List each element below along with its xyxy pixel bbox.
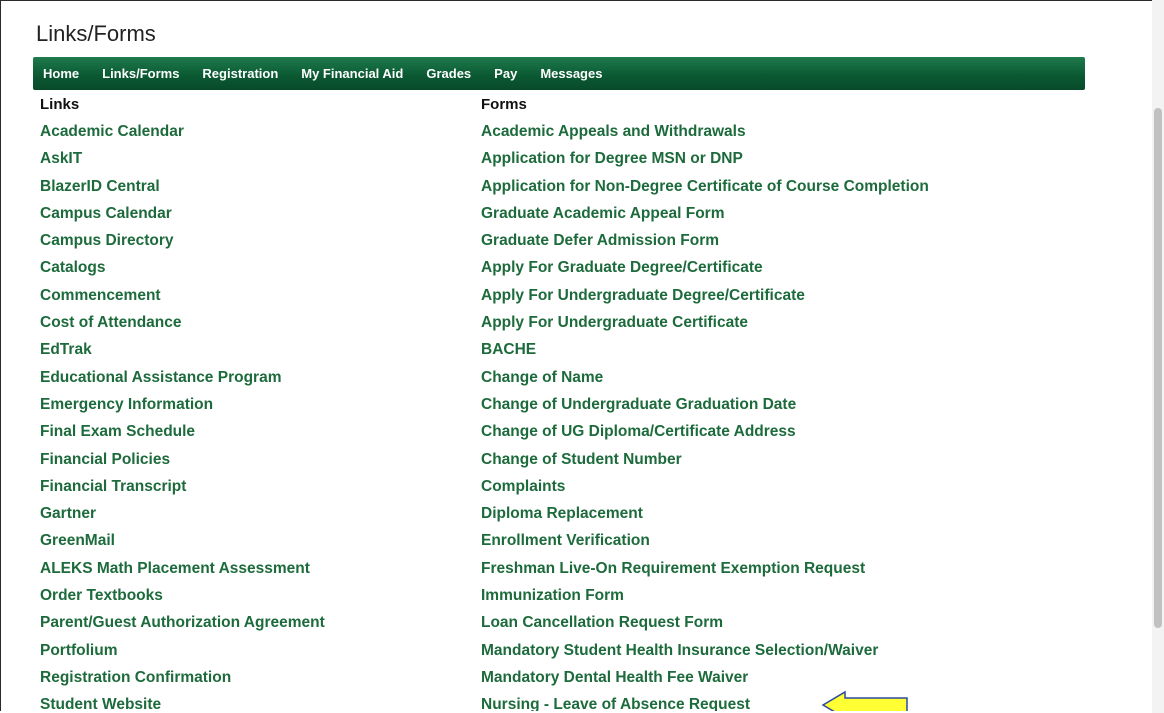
nav-item-grades[interactable]: Grades: [426, 66, 471, 81]
link-campus-calendar[interactable]: Campus Calendar: [40, 205, 325, 232]
link-financial-transcript[interactable]: Financial Transcript: [40, 478, 325, 505]
forms-header: Forms: [481, 96, 527, 113]
form-apply-for-graduate-degree-certificate[interactable]: Apply For Graduate Degree/Certificate: [481, 259, 929, 286]
link-final-exam-schedule[interactable]: Final Exam Schedule: [40, 423, 325, 450]
nav-item-registration[interactable]: Registration: [202, 66, 278, 81]
link-registration-confirmation[interactable]: Registration Confirmation: [40, 669, 325, 696]
nav-item-pay[interactable]: Pay: [494, 66, 517, 81]
form-apply-for-undergraduate-certificate[interactable]: Apply For Undergraduate Certificate: [481, 314, 929, 341]
browser-viewport: Links/Forms Home Links/Forms Registration M…: [0, 0, 1162, 711]
link-educational-assistance-program[interactable]: Educational Assistance Program: [40, 369, 325, 396]
form-complaints[interactable]: Complaints: [481, 478, 929, 505]
link-order-textbooks[interactable]: Order Textbooks: [40, 587, 325, 614]
form-immunization-form[interactable]: Immunization Form: [481, 587, 929, 614]
form-change-of-undergraduate-graduation-date[interactable]: Change of Undergraduate Graduation Date: [481, 396, 929, 423]
scrollbar-thumb[interactable]: [1154, 108, 1162, 628]
link-aleks-math-placement-assessment[interactable]: ALEKS Math Placement Assessment: [40, 560, 325, 587]
nav-item-messages[interactable]: Messages: [540, 66, 602, 81]
forms-list: Academic Appeals and Withdrawals Applicat…: [481, 123, 929, 711]
vertical-scrollbar[interactable]: [1152, 0, 1164, 713]
page-title: Links/Forms: [36, 21, 156, 46]
link-financial-policies[interactable]: Financial Policies: [40, 451, 325, 478]
form-bache[interactable]: BACHE: [481, 341, 929, 368]
link-student-website[interactable]: Student Website: [40, 696, 325, 711]
form-diploma-replacement[interactable]: Diploma Replacement: [481, 505, 929, 532]
form-enrollment-verification[interactable]: Enrollment Verification: [481, 532, 929, 559]
link-portfolium[interactable]: Portfolium: [40, 642, 325, 669]
links-column: Links Academic Calendar AskIT BlazerID Cen…: [40, 96, 325, 711]
main-nav-bar: Home Links/Forms Registration My Financial …: [33, 57, 1085, 90]
link-askit[interactable]: AskIT: [40, 150, 325, 177]
form-application-for-degree-msn-or-dnp[interactable]: Application for Degree MSN or DNP: [481, 150, 929, 177]
links-header: Links: [40, 96, 80, 113]
form-apply-for-undergraduate-degree-certificate[interactable]: Apply For Undergraduate Degree/Certifica…: [481, 287, 929, 314]
nav-item-my-financial-aid[interactable]: My Financial Aid: [301, 66, 403, 81]
link-campus-directory[interactable]: Campus Directory: [40, 232, 325, 259]
link-emergency-information[interactable]: Emergency Information: [40, 396, 325, 423]
forms-column: Forms Academic Appeals and Withdrawals Ap…: [481, 96, 929, 711]
link-gartner[interactable]: Gartner: [40, 505, 325, 532]
link-catalogs[interactable]: Catalogs: [40, 259, 325, 286]
nav-item-links-forms[interactable]: Links/Forms: [102, 66, 179, 81]
form-change-of-name[interactable]: Change of Name: [481, 369, 929, 396]
form-graduate-defer-admission-form[interactable]: Graduate Defer Admission Form: [481, 232, 929, 259]
link-parent-guest-authorization-agreement[interactable]: Parent/Guest Authorization Agreement: [40, 614, 325, 641]
link-commencement[interactable]: Commencement: [40, 287, 325, 314]
link-edtrak[interactable]: EdTrak: [40, 341, 325, 368]
nav-item-home[interactable]: Home: [43, 66, 79, 81]
link-academic-calendar[interactable]: Academic Calendar: [40, 123, 325, 150]
link-cost-of-attendance[interactable]: Cost of Attendance: [40, 314, 325, 341]
form-mandatory-student-health-insurance-selection-waiver[interactable]: Mandatory Student Health Insurance Selec…: [481, 642, 929, 669]
left-arrow-icon: [821, 690, 908, 711]
form-application-for-non-degree-certificate-of-course-completion[interactable]: Application for Non-Degree Certificate o…: [481, 178, 929, 205]
form-loan-cancellation-request-form[interactable]: Loan Cancellation Request Form: [481, 614, 929, 641]
form-academic-appeals-and-withdrawals[interactable]: Academic Appeals and Withdrawals: [481, 123, 929, 150]
link-blazerid-central[interactable]: BlazerID Central: [40, 178, 325, 205]
links-list: Academic Calendar AskIT BlazerID Central Ca…: [40, 123, 325, 711]
form-change-of-student-number[interactable]: Change of Student Number: [481, 451, 929, 478]
form-change-of-ug-diploma-certificate-address[interactable]: Change of UG Diploma/Certificate Address: [481, 423, 929, 450]
arrow-shape: [821, 690, 908, 711]
form-freshman-live-on-requirement-exemption-request[interactable]: Freshman Live-On Requirement Exemption R…: [481, 560, 929, 587]
form-graduate-academic-appeal-form[interactable]: Graduate Academic Appeal Form: [481, 205, 929, 232]
link-greenmail[interactable]: GreenMail: [40, 532, 325, 559]
